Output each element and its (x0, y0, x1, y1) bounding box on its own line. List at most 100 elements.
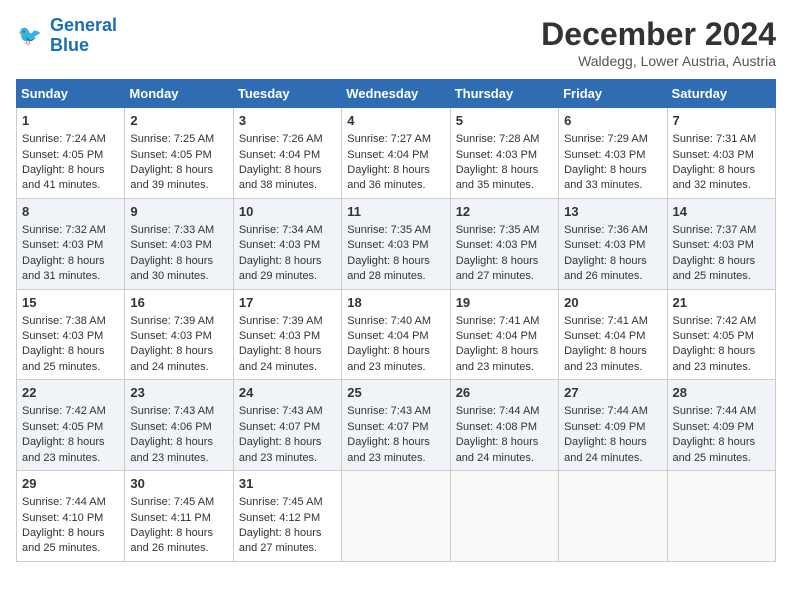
weekday-header-thursday: Thursday (450, 80, 558, 108)
day-info: Sunset: 4:03 PM (456, 238, 553, 253)
day-info: and 23 minutes. (456, 360, 553, 375)
day-number: 20 (564, 294, 661, 312)
day-info: and 23 minutes. (564, 360, 661, 375)
day-info: Daylight: 8 hours (22, 254, 119, 269)
day-info: and 25 minutes. (22, 541, 119, 556)
day-info: Sunset: 4:04 PM (239, 148, 336, 163)
day-info: Daylight: 8 hours (564, 254, 661, 269)
day-number: 4 (347, 112, 444, 130)
day-info: Sunrise: 7:37 AM (673, 223, 770, 238)
day-number: 27 (564, 384, 661, 402)
calendar-cell: 29Sunrise: 7:44 AMSunset: 4:10 PMDayligh… (17, 471, 125, 562)
day-info: and 41 minutes. (22, 178, 119, 193)
weekday-header-saturday: Saturday (667, 80, 775, 108)
day-info: and 25 minutes. (673, 269, 770, 284)
weekday-header-monday: Monday (125, 80, 233, 108)
day-number: 26 (456, 384, 553, 402)
day-info: and 26 minutes. (130, 541, 227, 556)
day-number: 31 (239, 475, 336, 493)
calendar-cell: 24 Sunrise: 7:43 AMSunset: 4:07 PMDayligh… (233, 380, 341, 471)
day-info: Daylight: 8 hours (456, 163, 553, 178)
day-info: Sunrise: 7:27 AM (347, 132, 444, 147)
day-info: Sunset: 4:03 PM (239, 238, 336, 253)
day-info: Daylight: 8 hours (22, 163, 119, 178)
day-info: Daylight: 8 hours (456, 344, 553, 359)
day-info: and 35 minutes. (456, 178, 553, 193)
day-info: and 36 minutes. (347, 178, 444, 193)
day-info: Sunset: 4:10 PM (22, 511, 119, 526)
day-info: Sunset: 4:03 PM (564, 238, 661, 253)
day-info: Daylight: 8 hours (564, 435, 661, 450)
day-info: Sunset: 4:03 PM (22, 329, 119, 344)
calendar-cell: 2Sunrise: 7:25 AMSunset: 4:05 PMDaylight… (125, 108, 233, 199)
day-number: 16 (130, 294, 227, 312)
day-number: 10 (239, 203, 336, 221)
day-info: Sunrise: 7:25 AM (130, 132, 227, 147)
calendar-cell: 27Sunrise: 7:44 AMSunset: 4:09 PMDayligh… (559, 380, 667, 471)
day-number: 3 (239, 112, 336, 130)
day-number: 30 (130, 475, 227, 493)
calendar-cell: 22Sunrise: 7:42 AMSunset: 4:05 PMDayligh… (17, 380, 125, 471)
calendar-cell: 31Sunrise: 7:45 AMSunset: 4:12 PMDayligh… (233, 471, 341, 562)
day-info: Sunrise: 7:41 AM (456, 314, 553, 329)
day-info: Daylight: 8 hours (239, 163, 336, 178)
day-info: Sunset: 4:03 PM (130, 329, 227, 344)
day-info: and 28 minutes. (347, 269, 444, 284)
title-block: December 2024 Waldegg, Lower Austria, Au… (541, 16, 776, 69)
day-info: Sunset: 4:03 PM (673, 238, 770, 253)
day-info: Sunset: 4:07 PM (347, 420, 444, 435)
day-info: Sunset: 4:07 PM (239, 420, 336, 435)
calendar-cell: 8Sunrise: 7:32 AMSunset: 4:03 PMDaylight… (17, 198, 125, 289)
day-info: Daylight: 8 hours (130, 344, 227, 359)
day-info: Sunset: 4:03 PM (22, 238, 119, 253)
calendar-cell: 14 Sunrise: 7:37 AMSunset: 4:03 PMDayligh… (667, 198, 775, 289)
day-number: 25 (347, 384, 444, 402)
weekday-header-friday: Friday (559, 80, 667, 108)
day-info: and 23 minutes. (673, 360, 770, 375)
day-number: 9 (130, 203, 227, 221)
day-info: Sunset: 4:09 PM (564, 420, 661, 435)
day-number: 24 (239, 384, 336, 402)
day-info: Sunset: 4:04 PM (456, 329, 553, 344)
day-info: Sunset: 4:05 PM (130, 148, 227, 163)
day-info: Sunset: 4:05 PM (22, 148, 119, 163)
day-info: and 23 minutes. (347, 451, 444, 466)
day-info: Daylight: 8 hours (673, 163, 770, 178)
day-info: Sunset: 4:05 PM (22, 420, 119, 435)
calendar-cell: 19Sunrise: 7:41 AMSunset: 4:04 PMDayligh… (450, 289, 558, 380)
day-info: Daylight: 8 hours (347, 435, 444, 450)
day-info: and 27 minutes. (456, 269, 553, 284)
day-info: and 25 minutes. (22, 360, 119, 375)
day-info: and 23 minutes. (239, 451, 336, 466)
day-info: Daylight: 8 hours (673, 254, 770, 269)
calendar-cell: 21Sunrise: 7:42 AMSunset: 4:05 PMDayligh… (667, 289, 775, 380)
day-info: and 24 minutes. (564, 451, 661, 466)
calendar-cell: 9Sunrise: 7:33 AMSunset: 4:03 PMDaylight… (125, 198, 233, 289)
day-info: Sunrise: 7:43 AM (239, 404, 336, 419)
day-info: Sunrise: 7:34 AM (239, 223, 336, 238)
day-info: Sunrise: 7:42 AM (673, 314, 770, 329)
day-number: 7 (673, 112, 770, 130)
day-info: Sunrise: 7:38 AM (22, 314, 119, 329)
day-number: 29 (22, 475, 119, 493)
day-info: Sunset: 4:03 PM (564, 148, 661, 163)
day-info: and 23 minutes. (347, 360, 444, 375)
day-info: Daylight: 8 hours (347, 254, 444, 269)
day-info: Daylight: 8 hours (673, 344, 770, 359)
day-info: Daylight: 8 hours (130, 163, 227, 178)
day-info: Sunrise: 7:24 AM (22, 132, 119, 147)
calendar-cell: 1 Sunrise: 7:24 AMSunset: 4:05 PMDaylight… (17, 108, 125, 199)
day-info: Daylight: 8 hours (239, 435, 336, 450)
logo-text: General Blue (50, 16, 117, 56)
day-info: Sunrise: 7:36 AM (564, 223, 661, 238)
day-number: 1 (22, 112, 119, 130)
day-number: 14 (673, 203, 770, 221)
calendar-title: December 2024 (541, 16, 776, 53)
day-info: Daylight: 8 hours (239, 526, 336, 541)
day-info: Daylight: 8 hours (456, 254, 553, 269)
day-info: Sunrise: 7:40 AM (347, 314, 444, 329)
day-number: 13 (564, 203, 661, 221)
logo: 🐦 General Blue (16, 16, 117, 56)
day-info: Sunset: 4:03 PM (456, 148, 553, 163)
day-info: Sunset: 4:04 PM (347, 148, 444, 163)
